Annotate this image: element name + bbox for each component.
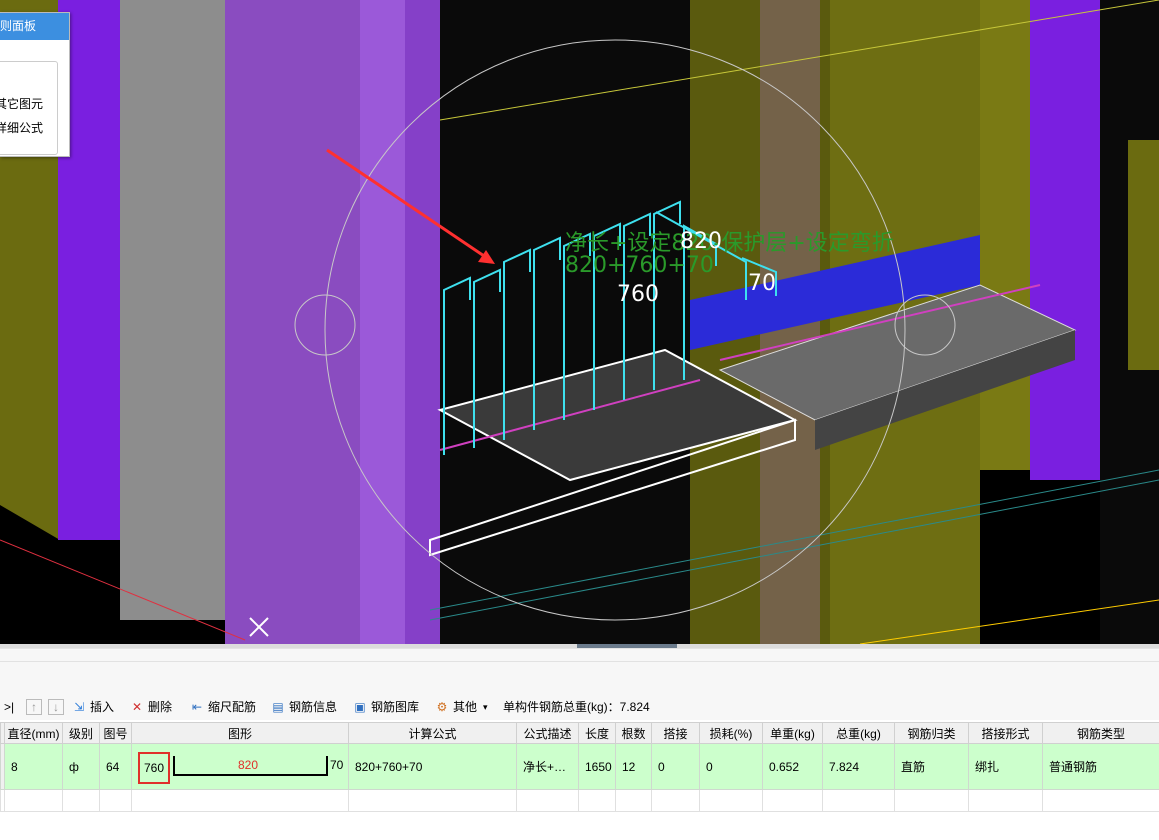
empty-cell[interactable] [762, 789, 823, 812]
rebar-library-button[interactable]: ▣ 钢筋图库 [353, 698, 419, 716]
col-category[interactable]: 钢筋归类 [894, 722, 969, 744]
table-row-empty[interactable] [0, 789, 1159, 812]
col-count[interactable]: 根数 [615, 722, 652, 744]
grey-column [120, 0, 225, 620]
olive-wall-far [1128, 140, 1159, 370]
rebar-info-button[interactable]: ▤ 钢筋信息 [271, 698, 337, 716]
cell-category[interactable]: 直筋 [894, 743, 969, 790]
dim-left-value: 760 [617, 282, 659, 307]
col-lap-type[interactable]: 搭接形式 [968, 722, 1043, 744]
scale-rebar-button[interactable]: ⇤ 缩尺配筋 [190, 698, 256, 716]
cell-length[interactable]: 1650 [578, 743, 616, 790]
empty-cell[interactable] [131, 789, 349, 812]
cell-count[interactable]: 12 [615, 743, 652, 790]
dropdown-arrow-icon: ▾ [483, 702, 488, 712]
shape-mid-value[interactable]: 820 [238, 758, 258, 772]
col-shape[interactable]: 图形 [131, 722, 349, 744]
formula-values: 820+760+70 [565, 253, 714, 278]
col-formula-desc[interactable]: 公式描述 [516, 722, 579, 744]
empty-cell[interactable] [99, 789, 132, 812]
empty-cell[interactable] [651, 789, 700, 812]
panel-item-other-elements[interactable]: 其它图元 [0, 95, 43, 112]
cell-shape[interactable]: 760 820 70 [131, 743, 349, 790]
rebar-table: 直径(mm) 级别 图号 图形 计算公式 公式描述 长度 根数 搭接 损耗(%)… [0, 722, 1159, 812]
cad-3d-viewport[interactable]: 净长+设定820-保护层+设定弯折 820+760+70 820 760 70 … [0, 0, 1159, 644]
shape-right-value[interactable]: 70 [330, 758, 343, 772]
move-up-button[interactable]: ↑ [26, 698, 46, 716]
col-unit-weight[interactable]: 单重(kg) [762, 722, 823, 744]
side-panel-box: 其它图元 详细公式 [0, 61, 58, 155]
col-total-weight[interactable]: 总重(kg) [822, 722, 895, 744]
col-diameter[interactable]: 直径(mm) [4, 722, 63, 744]
insert-icon: ⇲ [73, 700, 85, 714]
empty-cell[interactable] [4, 789, 63, 812]
info-label: 钢筋信息 [289, 700, 338, 714]
col-figure-no[interactable]: 图号 [99, 722, 132, 744]
library-icon: ▣ [354, 700, 366, 714]
dim-right-value: 70 [748, 271, 776, 296]
empty-cell[interactable] [968, 789, 1043, 812]
panel-item-detail-formula[interactable]: 详细公式 [0, 119, 43, 136]
rebar-shape-figure: 760 820 70 [133, 745, 348, 789]
insert-label: 插入 [90, 700, 115, 714]
gap-divider [0, 661, 1159, 662]
cell-formula-desc[interactable]: 净长+… [516, 743, 579, 790]
cell-lap-type[interactable]: 绑扎 [968, 743, 1043, 790]
side-panel-title[interactable]: 则面板 [0, 13, 69, 40]
empty-cell[interactable] [699, 789, 763, 812]
table-row[interactable]: 8 ф 64 760 820 70 820+760+70 净长+… 1650 1… [0, 743, 1159, 790]
delete-icon: ✕ [131, 700, 143, 714]
col-lap[interactable]: 搭接 [651, 722, 700, 744]
arrow-up-icon: ↑ [26, 699, 42, 715]
other-label: 其他 [453, 700, 478, 714]
other-menu-button[interactable]: ⚙ 其他 ▾ [435, 698, 488, 716]
olive-wall-edge [980, 0, 1030, 470]
total-weight-label: 单构件钢筋总重(kg)：7.824 [503, 700, 650, 714]
cell-unit-weight[interactable]: 0.652 [762, 743, 823, 790]
cell-total-weight[interactable]: 7.824 [822, 743, 895, 790]
col-grade[interactable]: 级别 [62, 722, 100, 744]
cell-figure-no[interactable]: 64 [99, 743, 132, 790]
cell-bar-type[interactable]: 普通钢筋 [1042, 743, 1159, 790]
table-header: 直径(mm) 级别 图号 图形 计算公式 公式描述 长度 根数 搭接 损耗(%)… [0, 722, 1159, 744]
move-down-button[interactable]: ↓ [48, 698, 68, 716]
empty-cell[interactable] [1042, 789, 1159, 812]
col-formula[interactable]: 计算公式 [348, 722, 517, 744]
cell-diameter[interactable]: 8 [4, 743, 63, 790]
cell-lap[interactable]: 0 [651, 743, 700, 790]
empty-cell[interactable] [894, 789, 969, 812]
shape-left-value[interactable]: 760 [138, 752, 170, 784]
col-bar-type[interactable]: 钢筋类型 [1042, 722, 1159, 744]
empty-cell[interactable] [62, 789, 100, 812]
side-panel: 则面板 其它图元 详细公式 [0, 12, 70, 157]
empty-cell[interactable] [578, 789, 616, 812]
scale-icon: ⇤ [191, 700, 203, 714]
purple-column-right [1030, 0, 1100, 480]
arrow-down-icon: ↓ [48, 699, 64, 715]
cell-loss[interactable]: 0 [699, 743, 763, 790]
other-icon: ⚙ [436, 700, 448, 714]
empty-cell[interactable] [615, 789, 652, 812]
purple-column-main [225, 0, 360, 644]
empty-cell[interactable] [516, 789, 579, 812]
insert-button[interactable]: ⇲ 插入 [72, 698, 114, 716]
col-length[interactable]: 长度 [578, 722, 616, 744]
scale-label: 缩尺配筋 [208, 700, 257, 714]
empty-cell[interactable] [348, 789, 517, 812]
panel-gap [0, 648, 1159, 695]
cell-grade[interactable]: ф [62, 743, 100, 790]
empty-cell[interactable] [822, 789, 895, 812]
col-loss[interactable]: 损耗(%) [699, 722, 763, 744]
nav-last-button[interactable]: >| [4, 698, 14, 716]
cell-formula[interactable]: 820+760+70 [348, 743, 517, 790]
viewport-drawing: 净长+设定820-保护层+设定弯折 820+760+70 820 760 70 [0, 0, 1159, 644]
purple-column-face [360, 0, 405, 644]
info-doc-icon: ▤ [272, 700, 284, 714]
delete-button[interactable]: ✕ 删除 [130, 698, 172, 716]
library-label: 钢筋图库 [371, 700, 420, 714]
rebar-toolbar: >| ↑ ↓ ⇲ 插入 ✕ 删除 ⇤ 缩尺配筋 ▤ 钢筋信息 ▣ 钢筋图库 ⚙ 其他 ▾ 单构… [0, 694, 1159, 720]
dim-top-value: 820 [680, 229, 722, 254]
delete-label: 删除 [148, 700, 173, 714]
